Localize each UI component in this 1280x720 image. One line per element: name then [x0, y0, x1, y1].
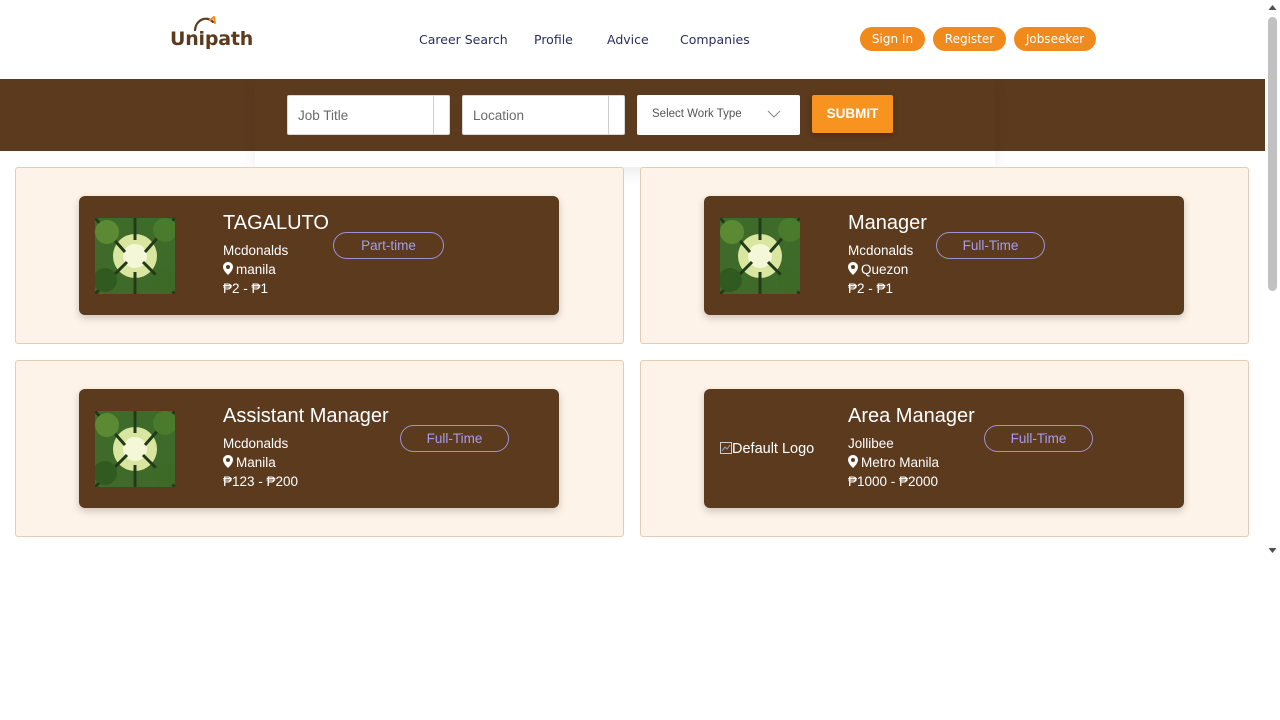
- nav-companies[interactable]: Companies: [680, 32, 750, 47]
- job-type-badge: Full-Time: [936, 232, 1045, 259]
- job-type-badge: Part-time: [333, 232, 444, 259]
- map-marker-icon: [848, 262, 858, 275]
- job-panel: Assistant Manager Mcdonalds Manila ₱123 …: [15, 360, 624, 537]
- company-name: Mcdonalds: [223, 243, 289, 258]
- job-location: manila: [223, 262, 276, 277]
- default-logo-alt: Default Logo: [732, 441, 815, 457]
- scroll-up-arrow-icon[interactable]: [1268, 3, 1277, 13]
- job-title-input[interactable]: [288, 96, 449, 134]
- company-name: Mcdonalds: [223, 436, 289, 451]
- scroll-down-arrow-icon[interactable]: [1268, 545, 1277, 555]
- job-location: Quezon: [848, 262, 908, 277]
- job-location-text: Quezon: [861, 262, 909, 277]
- map-marker-icon: [223, 455, 233, 468]
- sign-in-button[interactable]: Sign In: [860, 27, 925, 51]
- job-title: Assistant Manager: [223, 405, 389, 427]
- nav-career-search[interactable]: Career Search: [419, 32, 508, 47]
- job-title: Manager: [848, 212, 927, 234]
- map-marker-icon: [848, 455, 858, 468]
- job-title-field: [287, 95, 450, 135]
- location-input[interactable]: [463, 96, 624, 134]
- scrollbar-thumb[interactable]: [1268, 17, 1277, 291]
- job-location-text: Manila: [236, 455, 276, 470]
- company-logo-image: [95, 218, 175, 294]
- job-card[interactable]: Assistant Manager Mcdonalds Manila ₱123 …: [79, 389, 559, 508]
- search-bar: Select Work Type SUBMIT: [0, 79, 1265, 151]
- job-title: TAGALUTO: [223, 212, 329, 234]
- vertical-scrollbar[interactable]: [1265, 0, 1280, 560]
- job-card[interactable]: Manager Mcdonalds Quezon ₱2 - ₱1 Full-Ti…: [704, 196, 1184, 315]
- job-type-badge: Full-Time: [984, 425, 1093, 452]
- company-name: Jollibee: [848, 436, 894, 451]
- location-field: [462, 95, 625, 135]
- job-panel: TAGALUTO Mcdonalds manila ₱2 - ₱1 Part-t…: [15, 167, 624, 344]
- broken-image-alt-text: Default Logo: [720, 441, 814, 457]
- broken-image-icon: [720, 442, 732, 454]
- field-divider: [433, 96, 434, 134]
- job-salary: ₱2 - ₱1: [848, 281, 894, 296]
- job-location-text: manila: [236, 262, 276, 277]
- chevron-down-icon: [767, 110, 781, 118]
- job-title: Area Manager: [848, 405, 975, 427]
- job-salary: ₱1000 - ₱2000: [848, 474, 939, 489]
- job-location: Metro Manila: [848, 455, 939, 470]
- map-marker-icon: [223, 262, 233, 275]
- job-location-text: Metro Manila: [861, 455, 940, 470]
- field-divider: [608, 96, 609, 134]
- job-location: Manila: [223, 455, 276, 470]
- job-card[interactable]: TAGALUTO Mcdonalds manila ₱2 - ₱1 Part-t…: [79, 196, 559, 315]
- job-panel: Default Logo Area Manager Jollibee Metro…: [640, 360, 1249, 537]
- submit-button[interactable]: SUBMIT: [812, 95, 893, 133]
- work-type-selected-value: Select Work Type: [652, 108, 742, 120]
- nav-advice[interactable]: Advice: [607, 32, 649, 47]
- jobseeker-button[interactable]: Jobseeker: [1014, 27, 1096, 51]
- job-card[interactable]: Default Logo Area Manager Jollibee Metro…: [704, 389, 1184, 508]
- company-logo-image: [720, 218, 800, 294]
- job-salary: ₱2 - ₱1: [223, 281, 269, 296]
- top-header: Unipath Career Search Profile Advice Com…: [0, 0, 1265, 79]
- unipath-logo[interactable]: Unipath: [170, 14, 253, 54]
- logo-wordmark: Unipath: [170, 28, 254, 50]
- work-type-select[interactable]: Select Work Type: [637, 95, 800, 135]
- page: Unipath Career Search Profile Advice Com…: [0, 0, 1280, 720]
- job-panel: Manager Mcdonalds Quezon ₱2 - ₱1 Full-Ti…: [640, 167, 1249, 344]
- nav-profile[interactable]: Profile: [534, 32, 573, 47]
- job-salary: ₱123 - ₱200: [223, 474, 299, 489]
- job-type-badge: Full-Time: [400, 425, 509, 452]
- company-logo-image: [95, 411, 175, 487]
- company-name: Mcdonalds: [848, 243, 914, 258]
- register-button[interactable]: Register: [933, 27, 1006, 51]
